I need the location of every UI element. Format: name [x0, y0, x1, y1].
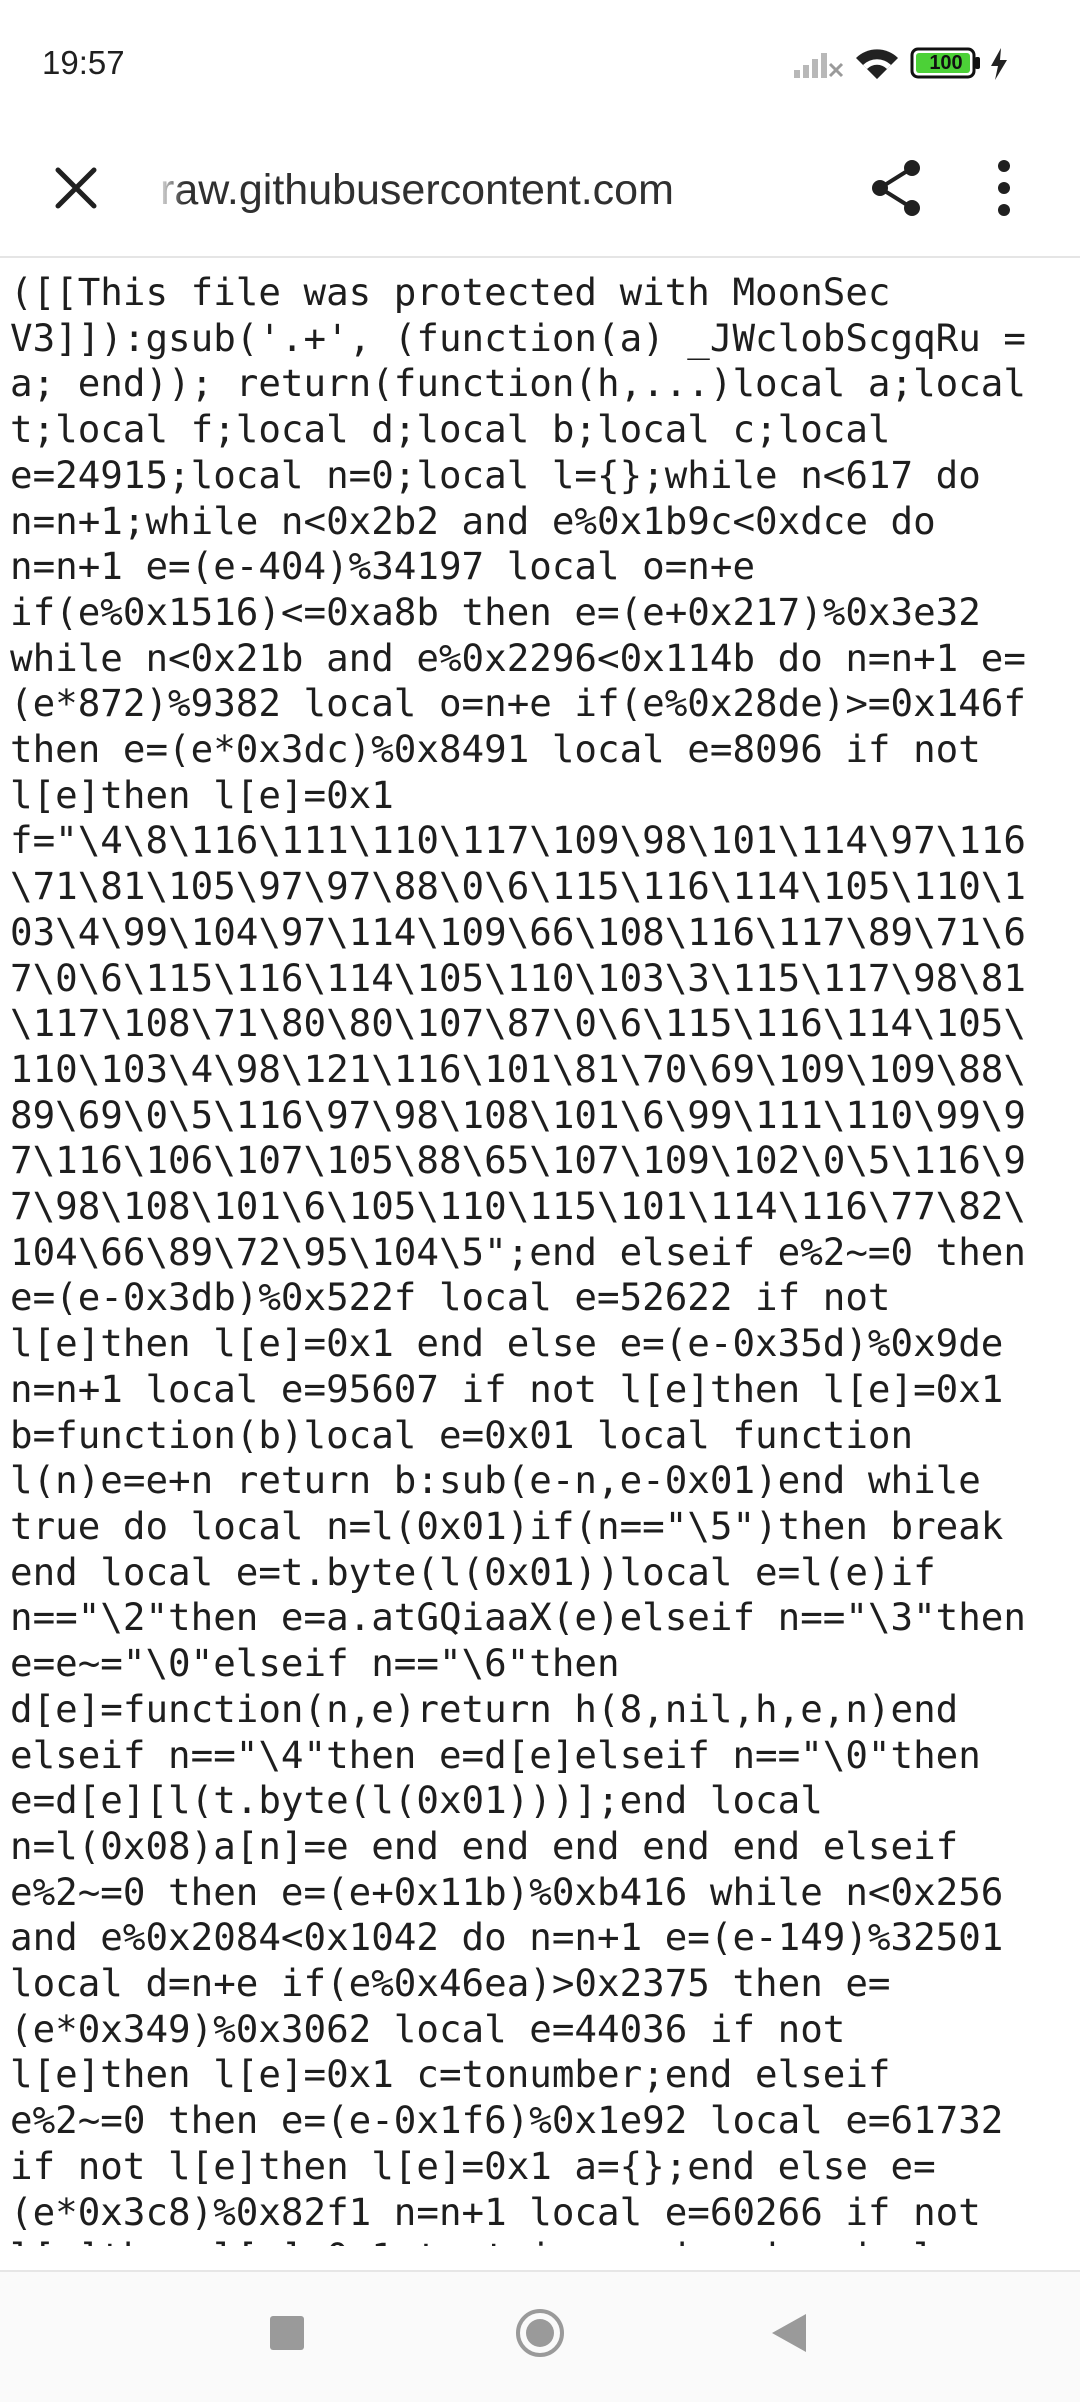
code-line: 7\98\108\101\6\105\110\115\101\114\116\7… — [10, 1184, 1026, 1229]
code-line: V3]]):gsub('.+', (function(a) _JWclobScg… — [10, 315, 1026, 360]
code-line: local d=n+e if(e%0x46ea)>0x2375 then e= — [10, 1961, 891, 2006]
code-line: end local e=t.byte(l(0x01))local e=l(e)i… — [10, 1549, 936, 1594]
code-line: 7\116\106\107\105\88\65\107\109\102\0\5\… — [10, 1138, 1026, 1183]
code-line: \71\81\105\97\97\88\0\6\115\116\114\105\… — [10, 864, 1026, 909]
code-line: b=function(b)local e=0x01 local function — [10, 1412, 914, 1457]
code-line: 89\69\0\5\116\97\98\108\101\6\99\111\110… — [10, 1092, 1026, 1137]
code-line: 110\103\4\98\121\116\101\81\70\69\109\10… — [10, 1046, 1026, 1091]
code-line: l(n)e=e+n return b:sub(e-n,e-0x01)end wh… — [10, 1458, 981, 1503]
code-line: n=="\2"then e=a.atGQiaaX(e)elseif n=="\3… — [10, 1595, 1026, 1640]
code-line: f="\4\8\116\111\110\117\109\98\101\114\9… — [10, 818, 1026, 863]
code-line: and e%0x2084<0x1042 do n=n+1 e=(e-149)%3… — [10, 1915, 1004, 1960]
code-line: n=n+1 local e=95607 if not l[e]then l[e]… — [10, 1366, 1004, 1411]
code-line: then e=(e*0x3dc)%0x8491 local e=8096 if … — [10, 727, 981, 772]
code-line: n=l(0x08)a[n]=e end end end end end else… — [10, 1823, 959, 1868]
code-line: \117\108\71\80\80\107\87\0\6\115\116\114… — [10, 1001, 1026, 1046]
code-line: e=d[e][l(t.byte(l(0x01)))];end local — [10, 1778, 823, 1823]
code-line: e%2~=0 then e=(e-0x1f6)%0x1e92 local e=6… — [10, 2098, 1004, 2143]
share-icon — [872, 160, 920, 216]
share-button[interactable] — [858, 150, 934, 226]
charging-icon — [991, 48, 1007, 80]
status-time: 19:57 — [42, 44, 125, 81]
code-line: e%2~=0 then e=(e+0x11b)%0xb416 while n<0… — [10, 1869, 1004, 1914]
code-line: t;local f;local d;local b;local c;local — [10, 407, 891, 452]
code-line: n=n+1;while n<0x2b2 and e%0x1b9c<0xdce d… — [10, 498, 936, 543]
recent-apps-icon[interactable] — [270, 2316, 304, 2350]
code-line: d[e]=function(n,e)return h(8,nil,h,e,n)e… — [10, 1686, 959, 1731]
code-line: (e*0x349)%0x3062 local e=44036 if not — [10, 2006, 846, 2051]
home-icon[interactable] — [514, 2307, 566, 2359]
code-line: a; end)); return(function(h,...)local a;… — [10, 361, 1026, 406]
close-button[interactable] — [40, 152, 112, 224]
more-options-button[interactable] — [966, 150, 1042, 226]
code-line: while n<0x21b and e%0x2296<0x114b do n=n… — [10, 635, 1026, 680]
signal-icon — [794, 53, 844, 78]
code-line: e=(e-0x3db)%0x522f local e=52622 if not — [10, 1275, 891, 1320]
code-line: n=n+1 e=(e-404)%34197 local o=n+e — [10, 544, 756, 589]
page-content[interactable]: ([[This file was protected with MoonSec … — [0, 258, 1080, 2246]
url-fade — [156, 156, 184, 224]
system-nav-bar — [0, 2270, 1080, 2402]
close-icon — [55, 167, 97, 209]
battery-level: 100 — [929, 52, 963, 74]
code-line: if not l[e]then l[e]=0x1 a={};end else e… — [10, 2143, 936, 2188]
code-line: 7\0\6\115\116\114\105\110\103\3\115\117\… — [10, 955, 1026, 1000]
more-vert-icon — [998, 160, 1010, 216]
code-line: if(e%0x1516)<=0xa8b then e=(e+0x217)%0x3… — [10, 589, 981, 634]
back-icon[interactable] — [766, 2310, 810, 2356]
code-line: l[e]then l[e]=0x1 — [10, 772, 394, 817]
code-line: 104\66\89\72\95\104\5";end elseif e%2~=0… — [10, 1229, 1026, 1274]
code-line: 03\4\99\104\97\114\109\66\108\116\117\89… — [10, 909, 1026, 954]
code-line: ([[This file was protected with MoonSec — [10, 270, 891, 314]
code-line: l[e]then l[e]=0x1 end else e=(e-0x35d)%0… — [10, 1321, 1004, 1366]
code-line: elseif n=="\4"then e=d[e]elseif n=="\0"t… — [10, 1732, 981, 1777]
code-line: e=e~="\0"elseif n=="\6"then — [10, 1641, 620, 1686]
code-line: l[e]then l[e]=0x1 c=tonumber;end elseif — [10, 2052, 891, 2097]
code-line: e=24915;local n=0;local l={};while n<617… — [10, 452, 981, 497]
url-bar[interactable]: raw.githubusercontent.com — [160, 158, 810, 222]
code-line: true do local n=l(0x01)if(n=="\5")then b… — [10, 1503, 1004, 1548]
code-line: l[e]then l[e]=0x1 t=string;end end end e… — [10, 2235, 981, 2246]
status-bar: 19:57 100 — [0, 0, 1080, 130]
browser-toolbar: raw.githubusercontent.com — [0, 130, 1080, 258]
wifi-icon — [856, 49, 898, 79]
code-line: (e*0x3c8)%0x82f1 n=n+1 local e=60266 if … — [10, 2189, 981, 2234]
status-icons: 100 — [792, 44, 1042, 84]
code-line: (e*872)%9382 local o=n+e if(e%0x28de)>=0… — [10, 681, 1026, 726]
raw-file-text: ([[This file was protected with MoonSec … — [0, 258, 1080, 2246]
